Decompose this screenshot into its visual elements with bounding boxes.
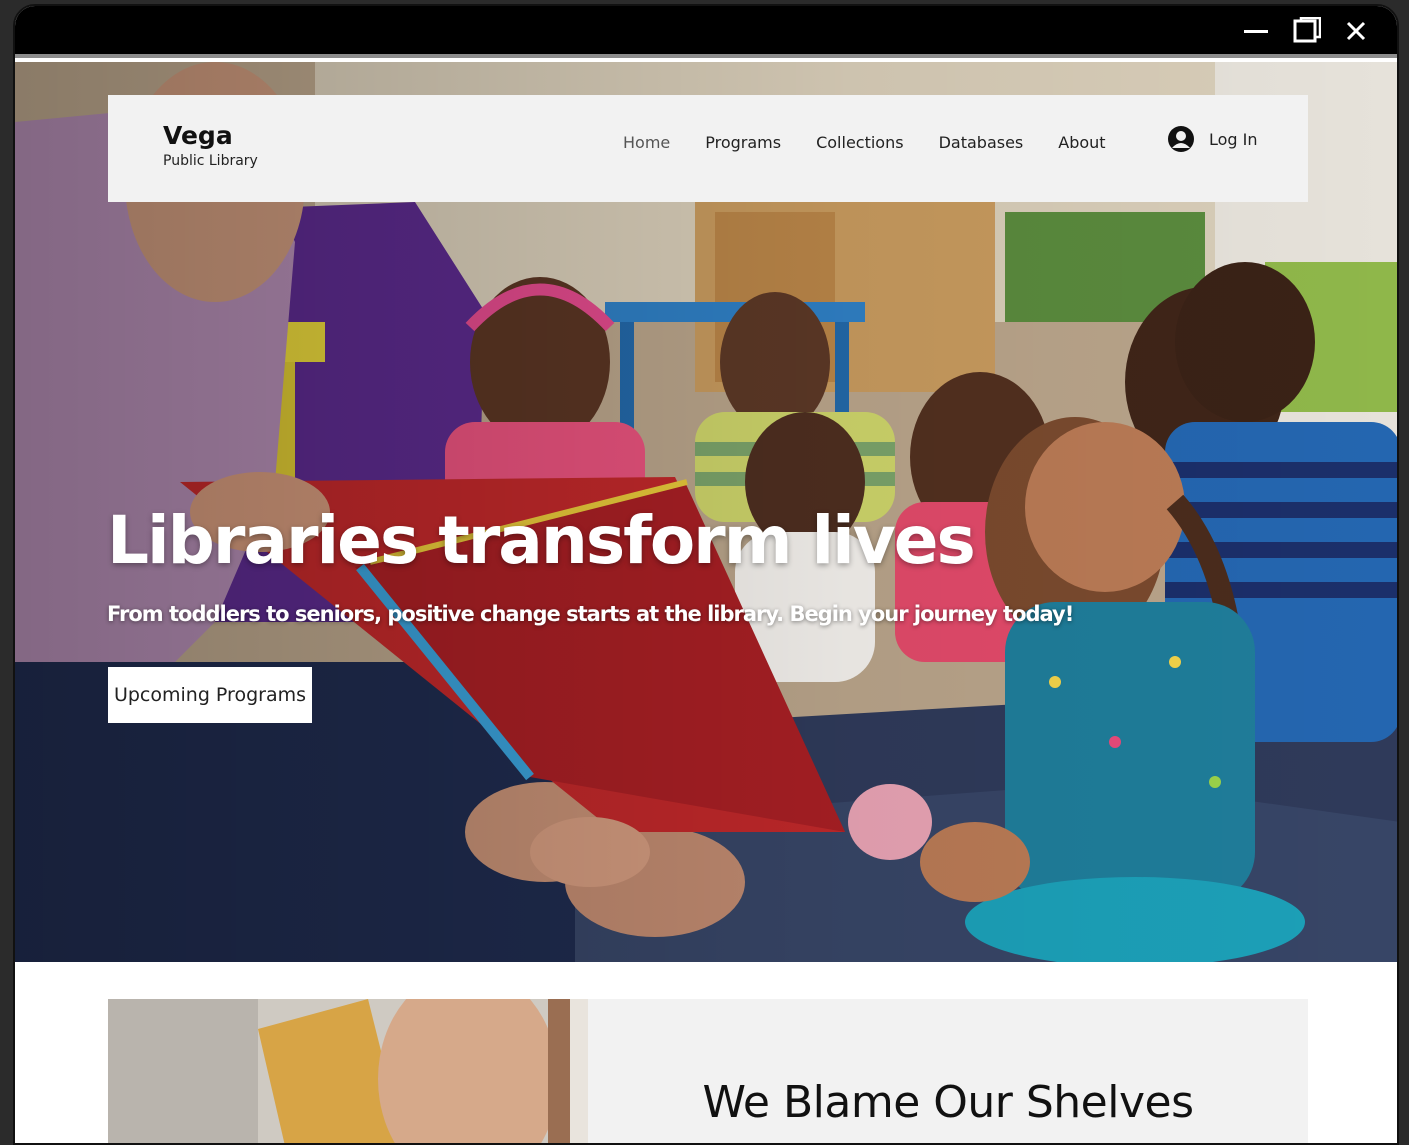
minimize-icon[interactable] [1240, 16, 1272, 46]
hero-section: Vega Public Library Home Programs Collec… [15, 62, 1397, 962]
feature-photo [108, 999, 588, 1143]
feature-section: We Blame Our Shelves [15, 962, 1397, 1143]
restore-icon[interactable] [1291, 16, 1323, 46]
feature-image [108, 999, 588, 1143]
nav-item-databases[interactable]: Databases [939, 131, 1024, 155]
close-icon[interactable] [1340, 16, 1372, 46]
feature-panel: We Blame Our Shelves [588, 999, 1308, 1143]
browser-window: Vega Public Library Home Programs Collec… [13, 4, 1399, 1145]
brand-subtitle[interactable]: Public Library [163, 153, 258, 169]
feature-title: We Blame Our Shelves [702, 1077, 1194, 1128]
site-header: Vega Public Library Home Programs Collec… [108, 95, 1308, 202]
nav-item-programs[interactable]: Programs [705, 131, 781, 155]
nav-item-about[interactable]: About [1058, 131, 1105, 155]
hero-title: Libraries transform lives [107, 502, 976, 579]
user-avatar-icon [1168, 126, 1194, 152]
nav-item-home[interactable]: Home [623, 131, 670, 155]
upcoming-programs-button[interactable]: Upcoming Programs [108, 667, 312, 723]
main-nav: Home Programs Collections Databases Abou… [623, 131, 1141, 155]
login-button[interactable]: Log In [1167, 125, 1258, 153]
window-titlebar [15, 6, 1397, 54]
login-label: Log In [1209, 129, 1258, 149]
brand-name[interactable]: Vega [163, 121, 233, 150]
nav-item-collections[interactable]: Collections [816, 131, 903, 155]
hero-subtitle: From toddlers to seniors, positive chang… [107, 602, 1074, 626]
